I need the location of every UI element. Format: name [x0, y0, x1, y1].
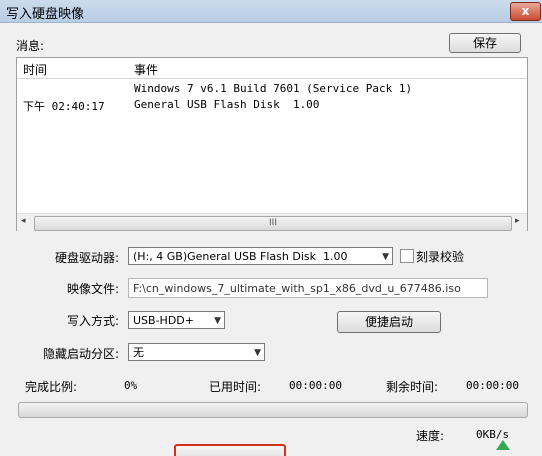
hidden-partition-label: 隐藏启动分区:: [43, 347, 120, 361]
status-arrow-icon: [496, 440, 510, 450]
drive-label: 硬盘驱动器:: [55, 251, 120, 265]
save-button-label: 保存: [472, 36, 497, 50]
scroll-left-icon[interactable]: ◂: [21, 216, 26, 226]
write-method-value: USB-HDD+: [133, 314, 194, 327]
chevron-down-icon: ▼: [214, 316, 221, 326]
column-header-time[interactable]: 时间: [23, 61, 47, 78]
progress-bar: [18, 402, 528, 418]
image-file-label: 映像文件:: [67, 282, 120, 296]
hidden-partition-select[interactable]: 无 ▼: [128, 343, 265, 361]
title-bar: 写入硬盘映像 x: [0, 0, 542, 23]
scrollbar-thumb[interactable]: III: [34, 216, 512, 231]
write-method-label: 写入方式:: [67, 314, 120, 328]
elapsed-value: 00:00:00: [289, 379, 342, 392]
image-file-field[interactable]: F:\cn_windows_7_ultimate_with_sp1_x86_dv…: [128, 278, 488, 298]
quick-boot-button[interactable]: 便捷启动: [337, 311, 441, 333]
row-0-event: Windows 7 v6.1 Build 7601 (Service Pack …: [134, 82, 413, 95]
close-button[interactable]: x: [510, 2, 541, 21]
progress-value: 0%: [124, 379, 138, 392]
quick-boot-label: 便捷启动: [364, 315, 413, 329]
drive-select-value: (H:, 4 GB)General USB Flash Disk 1.00: [133, 250, 348, 263]
column-header-event[interactable]: 事件: [134, 61, 158, 78]
chevron-down-icon: ▼: [382, 252, 389, 262]
scroll-right-icon[interactable]: ▸: [515, 216, 520, 226]
list-header: 时间 事件: [17, 58, 527, 79]
save-button[interactable]: 保存: [449, 33, 521, 53]
horizontal-scrollbar[interactable]: ◂ III ▸: [17, 213, 527, 231]
image-file-value: F:\cn_windows_7_ultimate_with_sp1_x86_dv…: [133, 282, 461, 295]
progress-label: 完成比例:: [25, 380, 78, 394]
scroll-grip-icon: III: [269, 218, 277, 228]
elapsed-label: 已用时间:: [209, 380, 262, 394]
verify-label[interactable]: 刻录校验: [416, 248, 464, 265]
remaining-label: 剩余时间:: [386, 380, 439, 394]
chevron-down-icon: ▼: [254, 348, 261, 358]
row-1-time: 下午 02:40:17: [23, 100, 105, 113]
window-title: 写入硬盘映像: [6, 7, 85, 22]
write-button[interactable]: [174, 444, 286, 456]
message-list[interactable]: 时间 事件 Windows 7 v6.1 Build 7601 (Service…: [16, 57, 528, 231]
close-icon: x: [521, 4, 530, 18]
verify-checkbox[interactable]: [400, 249, 414, 263]
write-method-select[interactable]: USB-HDD+ ▼: [128, 311, 225, 329]
row-1-event: General USB Flash Disk 1.00: [134, 98, 320, 111]
messages-label: 消息:: [16, 39, 45, 53]
hidden-partition-value: 无: [133, 346, 144, 359]
speed-label: 速度:: [416, 429, 445, 443]
drive-select[interactable]: (H:, 4 GB)General USB Flash Disk 1.00 ▼: [128, 247, 393, 265]
remaining-value: 00:00:00: [466, 379, 519, 392]
